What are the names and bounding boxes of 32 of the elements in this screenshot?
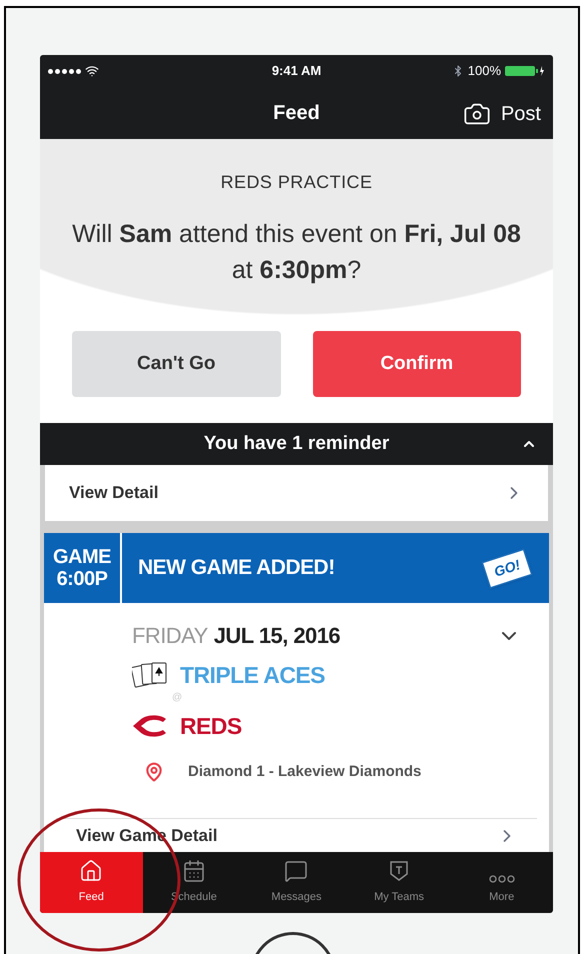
view-detail-row[interactable]: View Detail	[45, 465, 548, 521]
game-time-badge-text: 6:00P	[56, 568, 108, 590]
attendance-question: Will Sam attend this event on Fri, Jul 08 at 6:30pm?	[71, 219, 522, 286]
tab-bar-item[interactable]: My Teams	[348, 852, 450, 913]
decline-button[interactable]: Can't Go	[72, 331, 280, 397]
battery-icon	[505, 65, 545, 77]
post-button[interactable]: Post	[460, 99, 541, 129]
calendar-icon	[182, 858, 206, 882]
home-icon	[79, 858, 104, 882]
location-pin-icon	[144, 762, 164, 782]
battery-percent: 100%	[468, 62, 501, 80]
more-icon	[488, 874, 515, 882]
event-title: REDS PRACTICE	[220, 171, 372, 194]
team-name: REDS	[180, 712, 242, 740]
game-day: FRIDAY	[132, 619, 208, 652]
signal-dots-icon	[48, 68, 81, 74]
game-headline: NEW GAME ADDED!	[138, 555, 335, 582]
versus-symbol: @	[172, 692, 184, 702]
tab-bar-item[interactable]: Messages	[245, 852, 348, 913]
chat-icon	[284, 858, 308, 882]
tab-bar-item[interactable]: Feed	[40, 852, 143, 913]
clock-time: 9:41 AM	[272, 62, 322, 80]
wifi-icon	[85, 64, 99, 78]
game-date: JUL 15, 2016	[214, 622, 340, 650]
nav-title: Feed	[273, 101, 320, 126]
game-time-badge-text: GAME	[53, 546, 111, 568]
confirm-button[interactable]: Confirm	[312, 331, 521, 397]
go-flag: GO!	[481, 548, 532, 588]
game-location: Diamond 1 - Lakeview Diamonds	[188, 762, 422, 782]
tab-bar-item[interactable]: More	[450, 852, 553, 913]
team-name: TRIPLE ACES	[180, 661, 325, 690]
reminder-bar[interactable]: You have 1 reminder	[40, 423, 553, 465]
